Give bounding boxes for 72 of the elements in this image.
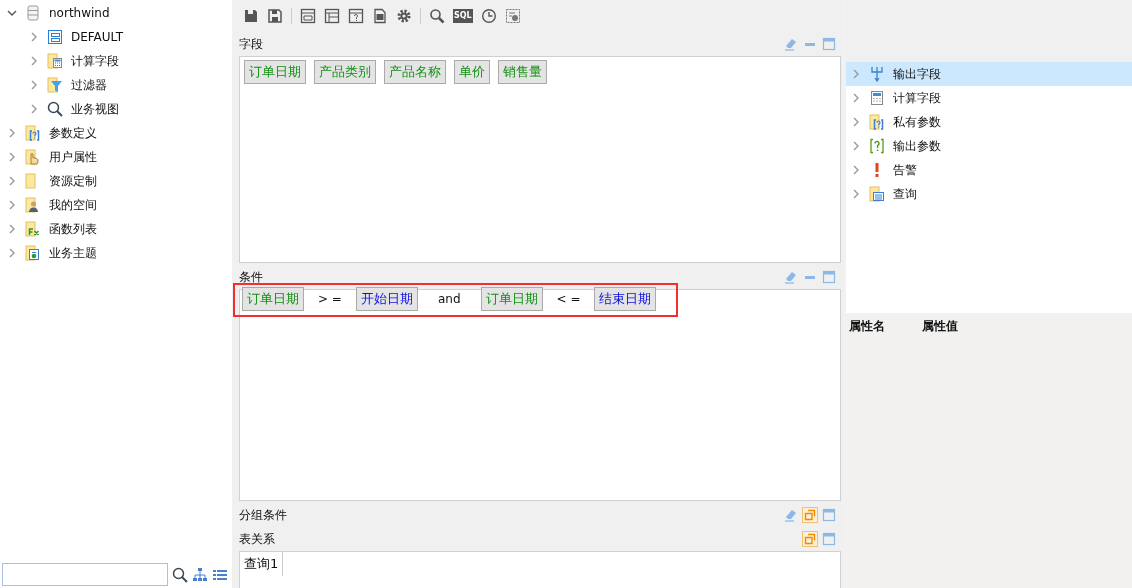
tree-row[interactable]: 私有参数 — [846, 110, 1132, 134]
operator-text: > = — [317, 292, 343, 306]
calculator-icon — [869, 90, 885, 106]
hand-folder-icon — [25, 149, 41, 165]
tree-row[interactable]: 输出字段 — [846, 62, 1132, 86]
help-form-icon[interactable] — [348, 8, 364, 24]
save-icon[interactable] — [243, 8, 259, 24]
search-field[interactable] — [2, 563, 168, 586]
hierarchy-icon[interactable] — [192, 566, 208, 583]
question-folder-icon — [25, 125, 41, 141]
person-folder-icon — [25, 197, 41, 213]
tree-row[interactable]: 输出参数 — [846, 134, 1132, 158]
dashed-frame-icon[interactable] — [504, 8, 521, 24]
funnel-folder-icon — [47, 77, 63, 93]
tree-item[interactable]: northwind — [49, 6, 110, 20]
grid-form-icon[interactable] — [324, 8, 340, 24]
tree-row[interactable]: 计算字段 — [846, 86, 1132, 110]
table-icon — [47, 29, 63, 45]
magnifier-icon — [47, 101, 63, 117]
clock-icon[interactable] — [480, 8, 497, 24]
tree-item-label: 计算字段 — [893, 89, 941, 107]
tree-item[interactable]: 资源定制 — [49, 172, 97, 190]
section-title: 表关系 — [239, 530, 275, 548]
tree-item[interactable]: 用户属性 — [49, 148, 97, 166]
restore-icon[interactable] — [802, 507, 818, 523]
tree-item[interactable]: 参数定义 — [49, 124, 97, 142]
tree-item-label: 私有参数 — [893, 113, 941, 131]
column-header: 属性值 — [922, 317, 958, 335]
document-folder-icon — [25, 245, 41, 261]
question-bracket-icon — [869, 138, 885, 154]
maximize-icon[interactable] — [821, 531, 837, 547]
tree-item[interactable]: 我的空间 — [49, 196, 97, 214]
database-icon — [25, 5, 41, 21]
search-icon[interactable] — [172, 566, 188, 583]
section-title: 分组条件 — [239, 506, 287, 524]
section-title: 条件 — [239, 268, 263, 286]
spreadsheet-icon[interactable] — [372, 8, 388, 24]
tree-item[interactable]: 过滤器 — [71, 76, 107, 94]
tree-item-label: 输出字段 — [893, 65, 941, 83]
form-icon[interactable] — [300, 8, 316, 24]
question-folder-icon — [869, 114, 885, 130]
tree-item[interactable]: 业务主题 — [49, 244, 97, 262]
tree-item[interactable]: 计算字段 — [71, 52, 119, 70]
tree-item[interactable]: 业务视图 — [71, 100, 119, 118]
operator-text: < = — [555, 292, 582, 306]
parameter-chip[interactable]: 开始日期 — [355, 287, 418, 311]
function-folder-icon — [25, 221, 41, 237]
column-header: 属性名 — [849, 317, 885, 335]
calculator-folder-icon — [47, 53, 63, 69]
tree-item[interactable]: DEFAULT — [71, 30, 123, 44]
save-as-icon[interactable] — [267, 8, 283, 24]
tree-item[interactable]: 函数列表 — [49, 220, 97, 238]
tree-item-label: 输出参数 — [893, 137, 941, 155]
maximize-icon[interactable] — [821, 269, 837, 285]
tree-item-label: 告警 — [893, 161, 917, 179]
document-folder-icon — [869, 186, 885, 202]
search-icon[interactable] — [429, 8, 445, 24]
restore-icon[interactable] — [802, 531, 818, 547]
eraser-icon[interactable] — [783, 269, 799, 285]
tree-row[interactable]: 查询 — [846, 182, 1132, 206]
parameter-chip[interactable]: 结束日期 — [594, 287, 657, 311]
fork-arrow-icon — [869, 66, 885, 82]
maximize-icon[interactable] — [821, 36, 837, 52]
tree-row[interactable]: 告警 — [846, 158, 1132, 182]
maximize-icon[interactable] — [821, 507, 837, 523]
eraser-icon[interactable] — [783, 507, 799, 523]
tree-item-label: 查询 — [893, 185, 917, 203]
eraser-icon[interactable] — [783, 36, 799, 52]
sql-button[interactable]: SQL — [453, 9, 473, 23]
settings-icon[interactable] — [396, 8, 412, 24]
keyword-text: and — [436, 292, 462, 306]
section-title: 字段 — [239, 35, 263, 53]
